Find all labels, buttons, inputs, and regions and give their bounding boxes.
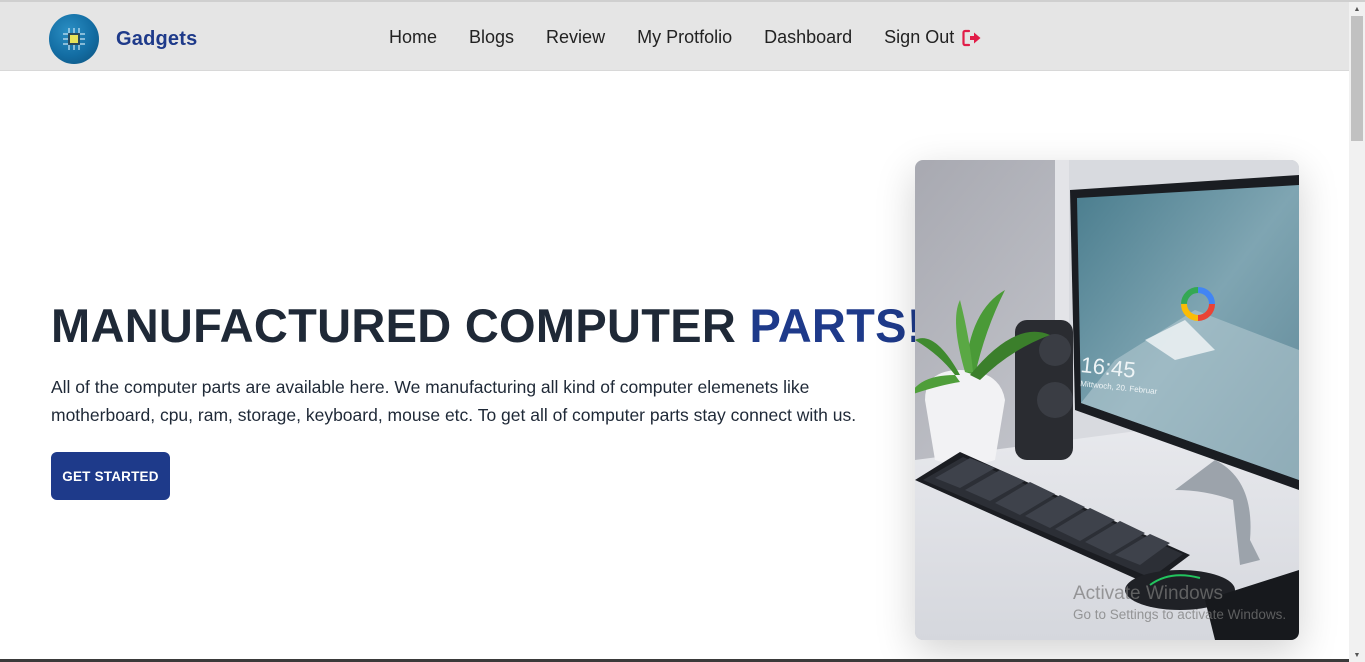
- scroll-up-arrow-icon[interactable]: ▲: [1349, 2, 1365, 16]
- scroll-down-arrow-icon[interactable]: ▼: [1349, 648, 1365, 662]
- nav-review[interactable]: Review: [546, 27, 605, 48]
- hero-description: All of the computer parts are available …: [51, 377, 857, 425]
- vertical-scrollbar[interactable]: ▲ ▼: [1349, 2, 1365, 662]
- logo-chip-icon[interactable]: [49, 14, 99, 64]
- navbar: Gadgets Home Blogs Review My Protfolio D…: [0, 2, 1349, 71]
- nav-links: Home Blogs Review My Protfolio Dashboard…: [389, 27, 982, 48]
- hero-desk-setup-image: 16:45 Mittwoch, 20. Februar: [915, 160, 1299, 640]
- hero-title: MANUFACTURED COMPUTER PARTS!: [51, 298, 923, 353]
- brand-name[interactable]: Gadgets: [116, 28, 197, 51]
- nav-my-portfolio[interactable]: My Protfolio: [637, 27, 732, 48]
- sign-out-label: Sign Out: [884, 27, 955, 47]
- sign-out-button[interactable]: Sign Out: [884, 27, 982, 48]
- nav-home[interactable]: Home: [389, 27, 437, 48]
- get-started-button[interactable]: GET STARTED: [51, 452, 170, 500]
- hero-title-accent: PARTS!: [749, 299, 923, 352]
- sign-out-icon: [962, 29, 982, 47]
- scrollbar-thumb[interactable]: [1351, 16, 1363, 141]
- hero-title-main: MANUFACTURED COMPUTER: [51, 299, 737, 352]
- nav-blogs[interactable]: Blogs: [469, 27, 514, 48]
- nav-dashboard[interactable]: Dashboard: [764, 27, 852, 48]
